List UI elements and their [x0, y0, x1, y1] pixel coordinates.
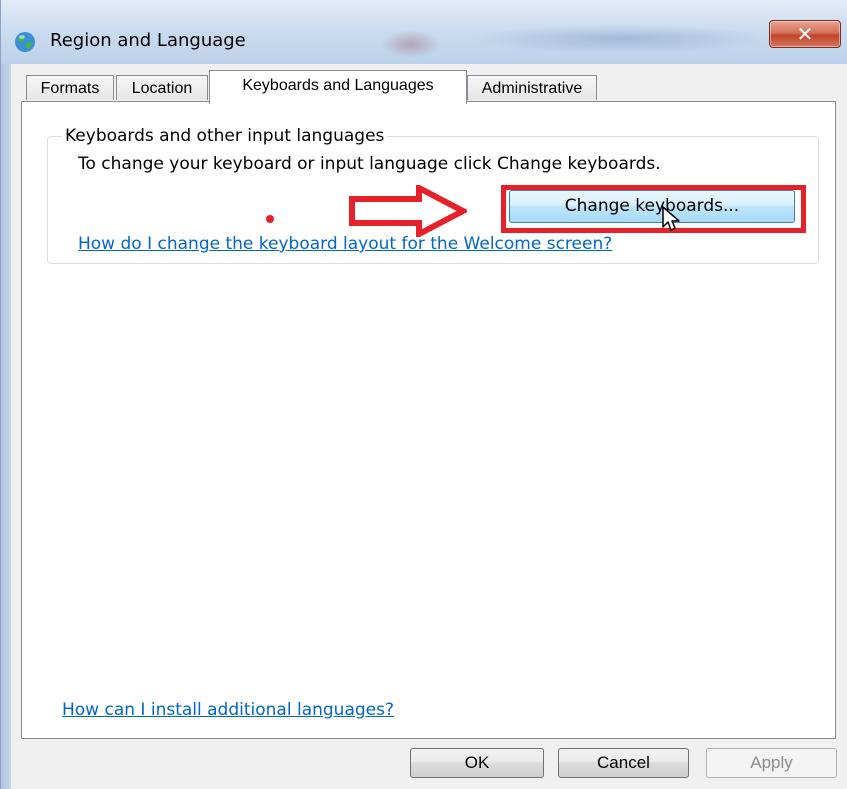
background-blur: [471, 24, 771, 54]
tab-location[interactable]: Location: [116, 75, 208, 100]
ok-button[interactable]: OK: [410, 748, 544, 778]
tab-keyboards-and-languages[interactable]: Keyboards and Languages: [209, 70, 467, 104]
mouse-pointer-icon: [662, 206, 680, 231]
tab-strip: Formats Location Keyboards and Languages…: [11, 64, 847, 104]
cancel-button[interactable]: Cancel: [558, 748, 689, 778]
dialog-client-area: Formats Location Keyboards and Languages…: [11, 64, 847, 789]
close-button[interactable]: ✕: [769, 20, 841, 48]
globe-icon: [15, 32, 35, 52]
region-language-window: Region and Language ✕ Formats Location K…: [0, 0, 847, 789]
title-bar[interactable]: Region and Language ✕: [1, 0, 847, 64]
highlight-box: [501, 185, 806, 233]
window-border: [1, 64, 11, 789]
group-title: Keyboards and other input languages: [62, 126, 388, 146]
right-arrow-icon: [349, 185, 467, 237]
tab-administrative[interactable]: Administrative: [467, 75, 597, 100]
welcome-screen-link[interactable]: How do I change the keyboard layout for …: [78, 234, 612, 254]
background-blur: [381, 30, 441, 58]
annotation-dot: [266, 215, 274, 223]
install-languages-link[interactable]: How can I install additional languages?: [62, 700, 394, 720]
group-description: To change your keyboard or input languag…: [78, 154, 661, 174]
tab-panel: Keyboards and other input languages To c…: [21, 101, 836, 739]
close-icon: ✕: [796, 22, 814, 46]
tab-formats[interactable]: Formats: [26, 75, 114, 100]
window-title: Region and Language: [50, 30, 246, 51]
apply-button[interactable]: Apply: [706, 748, 837, 778]
